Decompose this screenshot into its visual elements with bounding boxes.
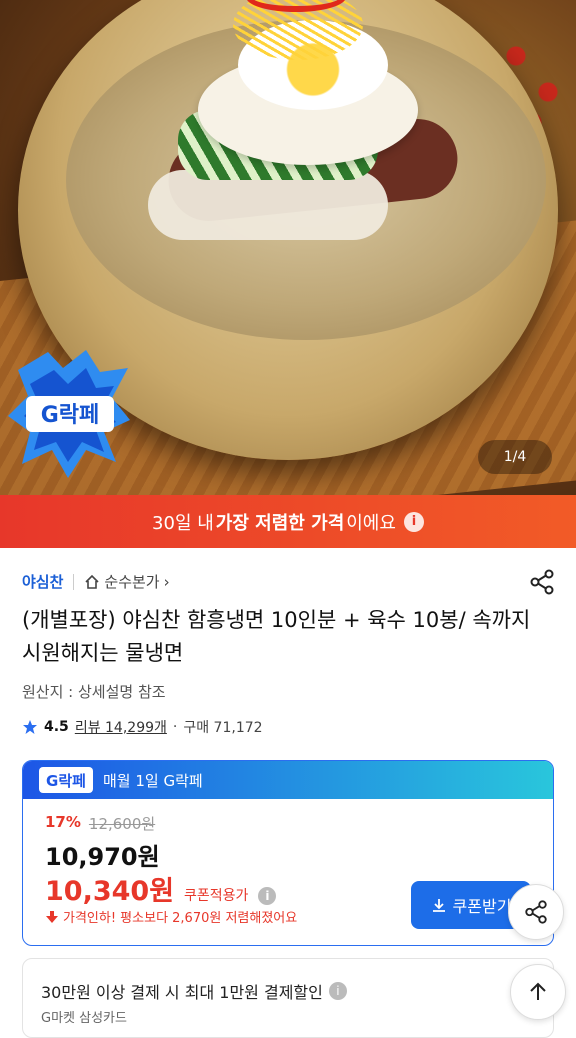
price-drop-text: 가격인하! 평소보다 2,670원 저렴해졌어요 <box>63 911 298 926</box>
home-icon <box>85 574 99 589</box>
promo-header-text: 매월 1일 G락페 <box>103 771 203 790</box>
info-icon[interactable]: i <box>328 982 347 1000</box>
sale-price: 10,970원 <box>45 843 160 871</box>
scroll-top-button[interactable] <box>510 964 566 1020</box>
download-icon <box>432 899 445 912</box>
coupon-price-label: 쿠폰적용가 <box>184 888 249 904</box>
purchase-count: 구매 71,172 <box>183 720 263 736</box>
discount-percent: 17% <box>45 813 81 831</box>
arrow-up-icon <box>530 982 546 1000</box>
banner-text-pre: 30일 내 <box>152 512 214 534</box>
coupon-price: 10,340원 <box>45 876 175 907</box>
price-drop-alert: 가격인하! 평소보다 2,670원 저렴해졌어요 <box>45 907 297 926</box>
image-counter: 1/4 <box>478 440 552 474</box>
g-lakpe-badge-icon: G락페 <box>8 350 130 478</box>
lowest-price-banner[interactable]: 30일 내 가장 저렴한 가격 이에요 i <box>0 495 576 548</box>
star-icon <box>23 720 37 734</box>
share-icon <box>525 900 547 924</box>
promo-price-card: G락페 매월 1일 G락페 17% 12,600원 10,970원 10,340… <box>22 760 554 946</box>
radish-slices <box>148 170 388 240</box>
payment-discount-card[interactable]: 30만원 이상 결제 시 최대 1만원 결제할인 i G마켓 삼성카드 <box>22 958 554 1038</box>
promo-header: G락페 매월 1일 G락페 <box>23 761 553 799</box>
info-icon[interactable]: i <box>403 511 424 532</box>
shop-name: 순수본가 <box>104 573 160 591</box>
info-icon[interactable]: i <box>258 887 277 905</box>
banner-text-post: 이에요 <box>346 512 396 534</box>
product-origin: 원산지 : 상세설명 참조 <box>22 683 166 701</box>
banner-text-bold: 가장 저렴한 가격 <box>215 512 345 534</box>
shop-link[interactable]: 순수본가 › <box>84 571 170 592</box>
rating-separator: · <box>172 719 178 735</box>
rating-score: 4.5 <box>44 719 69 735</box>
share-icon[interactable] <box>528 568 556 596</box>
coupon-button-label: 쿠폰받기 <box>452 897 512 916</box>
g-lakpe-logo: G락페 <box>39 767 93 793</box>
badge-text: G락페 <box>41 403 100 428</box>
rating-row: 4.5 리뷰 14,299개 · 구매 71,172 <box>22 717 263 737</box>
product-title: (개별포장) 야심찬 함흥냉면 10인분 + 육수 10봉/ 속까지 시원해지는… <box>22 608 531 665</box>
product-image[interactable]: G락페 1/4 <box>0 0 576 495</box>
chevron-right-icon: › <box>163 572 170 591</box>
payment-title: 30만원 이상 결제 시 최대 1만원 결제할인 <box>41 983 323 1002</box>
payment-title-row: 30만원 이상 결제 시 최대 1만원 결제할인 i <box>41 979 347 1003</box>
reviews-link[interactable]: 리뷰 14,299개 <box>75 717 167 737</box>
discount-row: 17% 12,600원 <box>45 813 155 834</box>
payment-card-name: G마켓 삼성카드 <box>41 1011 127 1026</box>
divider <box>73 573 75 590</box>
down-arrow-icon <box>46 910 58 923</box>
meta-row: 야심찬 순수본가 › <box>22 571 170 592</box>
brand-link[interactable]: 야심찬 <box>22 571 63 592</box>
floating-share-button[interactable] <box>508 884 564 940</box>
coupon-price-row: 10,340원 쿠폰적용가 i <box>45 869 277 908</box>
original-price: 12,600원 <box>88 815 156 833</box>
